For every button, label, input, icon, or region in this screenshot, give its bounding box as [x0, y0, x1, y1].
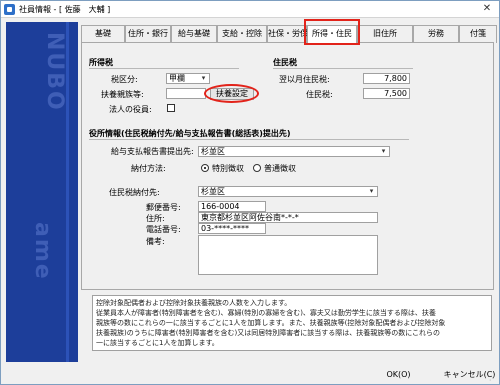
- income-tax-divider: [89, 68, 239, 69]
- window-title: 社員情報 - [ 佐藤 大輔 ]: [19, 5, 111, 14]
- tab-address-bank[interactable]: 住所・銀行: [125, 25, 171, 43]
- close-button[interactable]: ✕: [477, 2, 497, 16]
- report-destination-label: 給与支払報告書提出先:: [111, 147, 194, 156]
- help-line: 従業員本人が障害者(特別障害者を含む)、寡婦(特別の寡婦を含む)、寡夫又は勤労学…: [96, 309, 436, 317]
- tab-salary-basis[interactable]: 給与基礎: [171, 25, 217, 43]
- office-info-heading: 役所情報(住民税納付先/給与支払報告書(総括表)提出先): [89, 129, 291, 138]
- tab-pay-deduction[interactable]: 支給・控除: [217, 25, 267, 43]
- help-line: 一に該当するごとに1人を加算します。: [96, 339, 219, 347]
- side-panel-watermark-bottom: ame: [30, 222, 55, 281]
- postal-code-field[interactable]: 166-0004: [198, 201, 266, 212]
- chevron-down-icon: ▾: [381, 147, 386, 155]
- notes-label: 備考:: [146, 237, 165, 246]
- payee-select[interactable]: 杉並区 ▾: [198, 186, 378, 197]
- payment-method-label: 納付方法:: [131, 164, 166, 173]
- address-label: 住所:: [146, 214, 165, 223]
- report-destination-value: 杉並区: [201, 147, 225, 156]
- resize-grip-icon[interactable]: ⋰: [489, 374, 497, 382]
- address-field[interactable]: 東京都杉並区阿佐谷南*-*-*: [198, 212, 378, 223]
- corporate-officer-checkbox[interactable]: [167, 104, 175, 112]
- corporate-officer-label: 法人の役員:: [109, 105, 152, 114]
- normal-collection-label: 普通徴収: [264, 164, 296, 173]
- tab-sticky-note[interactable]: 付箋: [459, 25, 497, 43]
- monthly-resident-tax-label: 翌以月住民税:: [279, 75, 330, 84]
- chevron-down-icon: ▾: [201, 74, 206, 82]
- tab-labor[interactable]: 労務: [413, 25, 459, 43]
- title-bar: 社員情報 - [ 佐藤 大輔 ] ✕: [1, 1, 499, 18]
- payee-label: 住民税納付先:: [109, 188, 160, 197]
- tab-former-address[interactable]: 旧住所: [357, 25, 413, 43]
- office-info-divider: [89, 139, 409, 140]
- resident-tax-divider: [273, 68, 413, 69]
- resident-tax-field[interactable]: 7,500: [363, 88, 410, 99]
- income-tax-heading: 所得税: [89, 58, 113, 67]
- help-text-box: 控除対象配偶者および控除対象扶養親族の人数を入力します。 従業員本人が障害者(特…: [92, 295, 492, 351]
- tax-class-select[interactable]: 甲欄 ▾: [166, 73, 210, 84]
- postal-code-label: 郵便番号:: [146, 203, 181, 212]
- notes-field[interactable]: [198, 235, 378, 275]
- help-line: 親族等の数にこれらの一に該当するごとに1人を加算します。また、扶養親族等(控除対…: [96, 319, 446, 327]
- ok-button[interactable]: OK(O): [386, 369, 411, 381]
- tax-class-value: 甲欄: [169, 74, 185, 83]
- special-collection-radio[interactable]: [201, 164, 209, 172]
- side-panel-watermark: NUBO: [42, 32, 67, 112]
- resident-tax-label: 住民税:: [306, 90, 333, 99]
- chevron-down-icon: ▾: [369, 187, 374, 195]
- tax-class-label: 税区分:: [111, 75, 138, 84]
- dependents-field[interactable]: [166, 88, 206, 99]
- dependents-label: 扶養親族等:: [101, 90, 144, 99]
- resident-tax-heading: 住民税: [273, 58, 297, 67]
- normal-collection-radio[interactable]: [253, 164, 261, 172]
- phone-field[interactable]: 03-****-****: [198, 223, 266, 234]
- active-tab-highlight: [304, 19, 360, 45]
- help-line: 控除対象配偶者および控除対象扶養親族の人数を入力します。: [96, 299, 292, 307]
- payee-value: 杉並区: [201, 187, 225, 196]
- monthly-resident-tax-field[interactable]: 7,800: [363, 73, 410, 84]
- report-destination-select[interactable]: 杉並区 ▾: [198, 146, 390, 157]
- side-panel: NUBO ame: [6, 22, 78, 362]
- employee-info-window: 社員情報 - [ 佐藤 大輔 ] ✕ NUBO ame 基礎 住所・銀行 給与基…: [0, 0, 500, 385]
- tab-basic[interactable]: 基礎: [81, 25, 125, 43]
- tab-social-insurance[interactable]: 社保・労保: [267, 25, 308, 43]
- app-icon: [4, 4, 15, 15]
- help-line: 扶養親族)のうちに障害者(特別障害者を含む)又は同居特別障害者に該当する際は、扶…: [96, 329, 441, 337]
- special-collection-label: 特別徴収: [212, 164, 244, 173]
- phone-label: 電話番号:: [146, 225, 181, 234]
- dependents-button-highlight: [204, 84, 259, 103]
